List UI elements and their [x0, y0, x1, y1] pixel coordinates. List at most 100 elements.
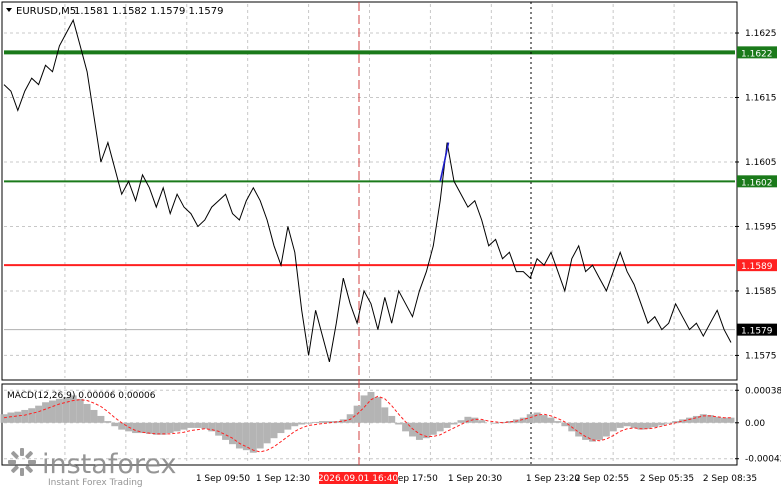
chart-background — [0, 0, 781, 489]
macd-hist-bar — [14, 411, 22, 423]
macd-hist-bar — [575, 422, 583, 437]
level-price-label: 1.1622 — [741, 49, 773, 59]
macd-hist-bar — [152, 422, 160, 435]
macd-hist-bar — [561, 422, 569, 427]
macd-hist-bar — [201, 422, 209, 429]
macd-hist-bar — [263, 422, 271, 444]
level-price-label: 1.1602 — [741, 178, 773, 188]
macd-hist-bar — [270, 422, 278, 439]
macd-hist-bar — [595, 422, 603, 440]
macd-hist-bar — [97, 415, 105, 423]
macd-hist-bar — [222, 422, 230, 440]
macd-hist-bar — [388, 415, 396, 423]
macd-hist-bar — [28, 408, 36, 423]
time-axis-label: 1 Sep 20:30 — [448, 474, 503, 484]
time-axis-label: 2 Sep 08:35 — [703, 474, 757, 484]
macd-hist-bar — [42, 402, 50, 423]
time-axis-label: 1 Sep 23:20 — [526, 474, 581, 484]
macd-hist-bar — [166, 422, 174, 434]
macd-hist-bar — [305, 422, 313, 424]
watermark-tagline: Instant Forex Trading — [48, 478, 143, 488]
symbol-header: EURUSD,M5 1.1581 1.1582 1.1579 1.1579 — [6, 6, 224, 17]
macd-hist-bar — [727, 417, 735, 423]
macd-hist-bar — [415, 422, 423, 440]
macd-hist-bar — [713, 416, 721, 423]
price-axis-label: 1.1585 — [745, 287, 777, 297]
macd-hist-bar — [436, 422, 444, 432]
watermark-brand: instaforex — [42, 449, 176, 480]
macd-hist-bar — [429, 422, 437, 435]
ohlc-values: 1.1581 1.1582 1.1579 1.1579 — [74, 6, 224, 17]
macd-hist-bar — [685, 417, 693, 423]
macd-hist-bar — [409, 422, 416, 437]
macd-hist-bar — [319, 421, 326, 423]
macd-hist-bar — [55, 398, 63, 423]
macd-hist-bar — [602, 422, 610, 437]
macd-hist-bar — [374, 397, 382, 423]
macd-hist-bar — [457, 420, 465, 423]
macd-hist-bar — [83, 403, 91, 423]
macd-axis-label: 0.00038 — [745, 386, 781, 396]
macd-hist-bar — [554, 421, 562, 423]
macd-hist-bar — [346, 414, 354, 423]
macd-hist-bar — [402, 422, 410, 432]
macd-header: MACD(12,26,9) 0.00006 0.00006 — [7, 391, 156, 401]
macd-hist-bar — [679, 419, 686, 423]
level-price-label: 1.1579 — [741, 327, 773, 337]
macd-hist-bar — [90, 409, 98, 423]
time-axis-label: 1 Sep 12:30 — [256, 474, 311, 484]
macd-hist-bar — [256, 422, 264, 449]
macd-hist-bar — [229, 422, 236, 445]
macd-hist-bar — [145, 422, 153, 434]
macd-hist-bar — [450, 422, 458, 425]
macd-hist-bar — [478, 420, 486, 423]
macd-axis-label: -0.00042 — [745, 455, 781, 465]
macd-hist-bar — [720, 417, 728, 423]
time-axis: Sep 17:50 1 Sep 20:30 1 Sep 23:202 Sep 02:… — [196, 472, 757, 484]
time-axis-label: 1 Sep 09:50 — [196, 474, 251, 484]
macd-hist-bar — [173, 422, 181, 432]
time-axis-label: Sep 17:50 — [392, 474, 438, 484]
macd-hist-bar — [312, 421, 320, 423]
macd-hist-bar — [215, 422, 223, 436]
macd-hist-bar — [367, 391, 375, 423]
macd-hist-bar — [422, 422, 430, 439]
macd-hist-bar — [284, 422, 292, 430]
macd-hist-bar — [0, 414, 8, 423]
symbol-label: EURUSD,M5 — [16, 6, 76, 17]
macd-hist-bar — [76, 398, 84, 423]
macd-hist-bar — [540, 415, 548, 423]
macd-hist-bar — [277, 422, 285, 434]
macd-hist-bar — [111, 422, 119, 427]
macd-hist-bar — [235, 422, 243, 449]
price-axis-label: 1.1575 — [745, 351, 777, 361]
macd-hist-bar — [194, 422, 202, 428]
macd-hist-bar — [492, 422, 500, 424]
macd-hist-bar — [381, 407, 389, 423]
macd-hist-bar — [630, 422, 638, 428]
macd-hist-bar — [533, 412, 541, 423]
macd-hist-bar — [159, 422, 167, 435]
macd-hist-bar — [187, 422, 195, 428]
macd-hist-bar — [35, 405, 43, 423]
price-axis-label: 1.1595 — [745, 222, 777, 232]
macd-hist-bar — [298, 422, 306, 425]
macd-hist-bar — [249, 422, 257, 453]
current-time-label: 2026.09.01 16:40 — [318, 474, 399, 484]
time-axis-label: 2 Sep 02:55 — [575, 474, 629, 484]
price-axis-label: 1.1625 — [745, 29, 777, 39]
macd-hist-bar — [644, 422, 652, 429]
macd-hist-bar — [180, 422, 188, 430]
macd-hist-bar — [291, 422, 299, 427]
macd-hist-bar — [616, 422, 624, 428]
macd-hist-bar — [658, 422, 666, 426]
trading-chart[interactable]: 1.1622 1.1602 1.1589 1.1579 1.1625 1.1615 1.16… — [0, 0, 781, 489]
macd-hist-bar — [104, 421, 112, 423]
macd-hist-bar — [609, 422, 617, 432]
macd-hist-bar — [464, 416, 472, 423]
macd-hist-bar — [547, 417, 555, 423]
macd-hist-bar — [118, 422, 126, 430]
price-axis-label: 1.1605 — [745, 158, 777, 168]
macd-hist-bar — [7, 412, 15, 423]
level-price-label: 1.1589 — [741, 262, 773, 272]
